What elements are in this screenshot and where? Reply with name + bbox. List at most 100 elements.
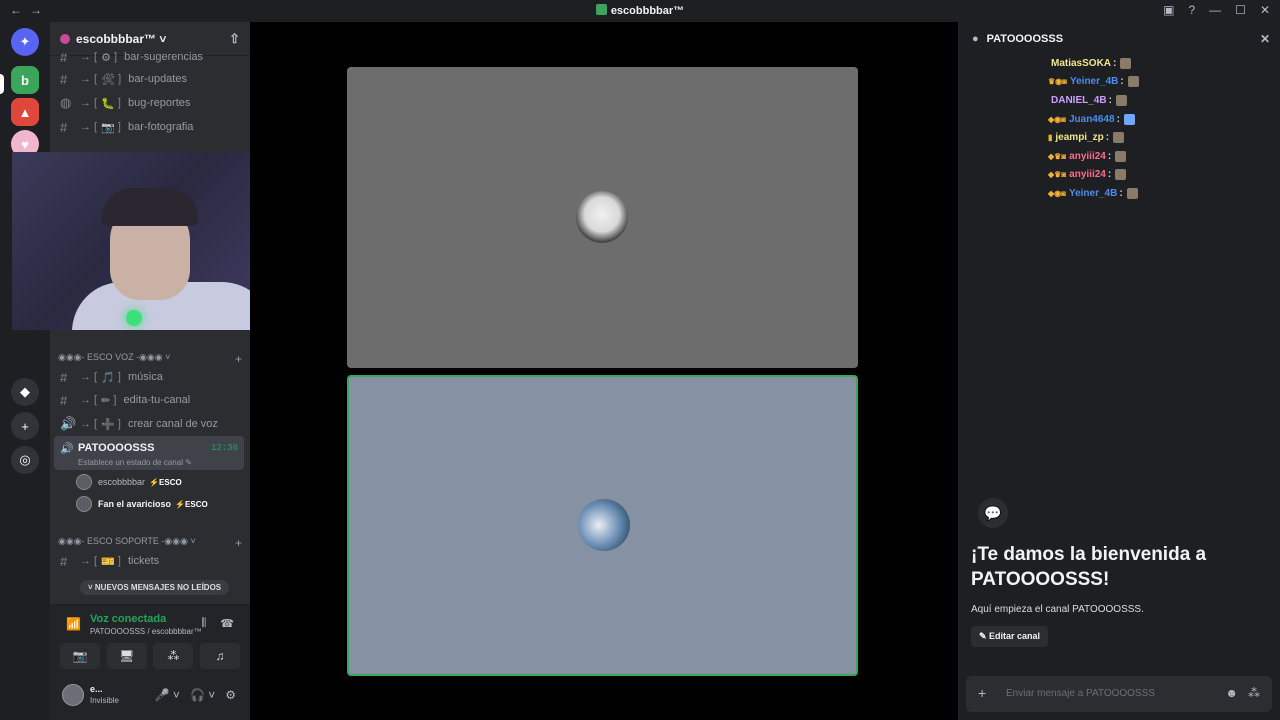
disconnect-icon[interactable]: ☎	[220, 617, 234, 630]
channel-bar-sugerencias[interactable]: # → [⚙ ] bar-sugerencias	[56, 46, 244, 68]
help-icon[interactable]: ?	[1188, 3, 1195, 17]
user-tag-text: ESCO	[185, 499, 208, 509]
channel-label: bug-reportes	[128, 97, 191, 109]
emote-icon	[1127, 76, 1139, 88]
discord-home-icon[interactable]: ✦	[11, 28, 39, 56]
minimize-icon[interactable]: —	[1209, 3, 1221, 17]
category-esco-voz[interactable]: ◉◉◉- ESCO VOZ -◉◉◉ ˅ +	[58, 352, 242, 366]
message-user[interactable]: DANIEL_4B	[1051, 95, 1107, 106]
edit-channel-button[interactable]: ✎ Editar canal	[971, 626, 1049, 647]
active-voice-channel[interactable]: 🔊 PATOOOOSSS 12:36 Establece un estado d…	[54, 436, 244, 470]
mic-icon[interactable]: 🎤 ˅	[155, 688, 180, 702]
add-user-icon[interactable]: ⇧	[229, 31, 240, 47]
message-user[interactable]: jeampi_zp	[1055, 132, 1103, 143]
attach-plus-icon[interactable]: +	[978, 685, 986, 701]
maximize-icon[interactable]: ☐	[1235, 3, 1246, 17]
soundboard-button[interactable]: ♫	[199, 643, 240, 669]
channel-tickets[interactable]: # → [🎫 ] tickets	[56, 550, 244, 572]
message-user[interactable]: Juan4648	[1069, 114, 1115, 125]
voice-connected-subtitle[interactable]: PATOOOOSSS / escobbbbar™	[90, 627, 202, 636]
forum-icon: ◍	[60, 95, 72, 110]
headset-icon[interactable]: 🎧 ˅	[190, 688, 215, 702]
channel-bug-reportes[interactable]: ◍ → [🐛 ] bug-reportes	[56, 92, 244, 114]
category-label: ◉◉◉- ESCO VOZ -◉◉◉ ˅	[58, 352, 171, 362]
channel-label: crear canal de voz	[128, 418, 218, 430]
user-badges: ♛◉◙	[1048, 77, 1067, 87]
add-channel-icon[interactable]: +	[235, 536, 242, 550]
colon: :	[1120, 76, 1124, 88]
arrow-icon: → [	[80, 555, 98, 567]
voice-chat-panel: ● PATOOOOSSS ✕ MatiasSOKA: ♛◉◙ Yeiner_4B:…	[958, 22, 1280, 720]
avatar[interactable]	[62, 684, 84, 706]
voice-connected-title: Voz conectada	[90, 613, 167, 625]
close-icon[interactable]: ✕	[1260, 3, 1270, 17]
server-game-icon[interactable]: ▲	[11, 98, 39, 126]
arrow-icon: → [	[80, 97, 98, 109]
emote-icon	[1115, 94, 1127, 106]
channel-edita-tu-canal[interactable]: # → [✏ ] edita-tu-canal	[56, 389, 244, 411]
channel-crear-canal-de-voz[interactable]: 🔊 → [➕ ] crear canal de voz	[56, 413, 244, 435]
hash-icon: #	[60, 369, 68, 385]
message-user[interactable]: Yeiner_4B	[1069, 188, 1117, 199]
hash-icon: #	[60, 119, 68, 135]
message-composer: + ☻ ⁂	[966, 676, 1272, 712]
emote-icon	[1115, 169, 1127, 181]
apps-icon[interactable]: ⁂	[1248, 686, 1260, 700]
settings-icon[interactable]: ⚙	[225, 688, 236, 702]
server-selected-pill	[0, 74, 4, 94]
channel-bar-fotografia[interactable]: # → [📷 ] bar-fotografia	[56, 116, 244, 138]
message-user[interactable]: Yeiner_4B	[1070, 76, 1118, 87]
activities-button[interactable]: ⁂	[153, 643, 194, 669]
chat-title: PATOOOOSSS	[986, 33, 1064, 45]
hash-icon: #	[60, 49, 68, 65]
category-esco-soporte[interactable]: ◉◉◉- ESCO SOPORTE -◉◉◉ ˅ +	[58, 536, 242, 550]
emoji-icon[interactable]: ☻	[1225, 686, 1238, 700]
channel-musica[interactable]: # → [🎵 ] música	[56, 366, 244, 388]
add-channel-icon[interactable]: +	[235, 352, 242, 366]
avatar	[76, 496, 92, 512]
colon: :	[1107, 150, 1112, 162]
message-user[interactable]: anyiii24	[1069, 151, 1106, 162]
message-input[interactable]	[1006, 684, 1206, 702]
emote-icon	[1126, 187, 1138, 199]
unread-messages-pill[interactable]: ˅ NUEVOS MENSAJES NO LEÍDOS	[80, 580, 230, 595]
signal-icon[interactable]: 📶	[66, 617, 81, 631]
participant-tile[interactable]	[347, 67, 858, 368]
message-user[interactable]: anyiii24	[1069, 169, 1106, 180]
window-controls: ▣ ? — ☐ ✕	[1163, 3, 1270, 17]
voice-user-name: escobbbbar	[98, 477, 146, 487]
chat-message: ◆◉◙ Yeiner_4B:	[1048, 184, 1268, 203]
arrow-icon: → [	[80, 394, 98, 406]
channel-emoji: 🎵	[101, 371, 115, 384]
voice-user[interactable]: escobbbbar ⚡ESCO	[76, 473, 182, 491]
noise-suppression-icon[interactable]: ⫼	[201, 617, 206, 630]
inbox-icon[interactable]: ▣	[1163, 3, 1174, 17]
colon: :	[1107, 169, 1112, 181]
category-label: ◉◉◉- ESCO SOPORTE -◉◉◉ ˅	[58, 536, 196, 546]
camera-button[interactable]: 📷	[60, 643, 100, 669]
chat-message: ▮ jeampi_zp:	[1048, 128, 1268, 147]
participant-tile-speaking[interactable]	[347, 375, 858, 676]
server-explore-icon[interactable]: ◆	[11, 378, 39, 406]
bracket: ]	[114, 555, 124, 567]
colon: :	[1108, 94, 1112, 106]
emote-icon	[1123, 113, 1135, 125]
channel-bar-updates[interactable]: # → [🛠 ] bar-updates	[56, 68, 244, 90]
user-tag-text: ESCO	[159, 477, 182, 487]
user-badges: ▮	[1048, 133, 1053, 143]
bracket: ]	[111, 51, 121, 63]
channel-label: música	[128, 371, 163, 383]
server-green-icon[interactable]: b	[11, 66, 39, 94]
discover-icon[interactable]: ◎	[11, 446, 39, 474]
message-user[interactable]: MatiasSOKA	[1051, 58, 1111, 69]
chat-message: DANIEL_4B:	[1048, 91, 1268, 110]
set-channel-status[interactable]: Establece un estado de canal ✎	[78, 458, 192, 467]
channel-emoji: 🛠	[101, 73, 116, 86]
user-tag: ⚡ESCO	[149, 477, 182, 487]
screen-share-button[interactable]: 🖥	[106, 643, 147, 669]
close-icon[interactable]: ✕	[1260, 32, 1270, 46]
voice-user[interactable]: Fan el avaricioso ⚡ESCO	[76, 495, 208, 513]
add-server-icon[interactable]: +	[11, 412, 39, 440]
channel-emoji: 🎫	[101, 555, 115, 568]
channel-label: bar-fotografia	[128, 121, 194, 133]
